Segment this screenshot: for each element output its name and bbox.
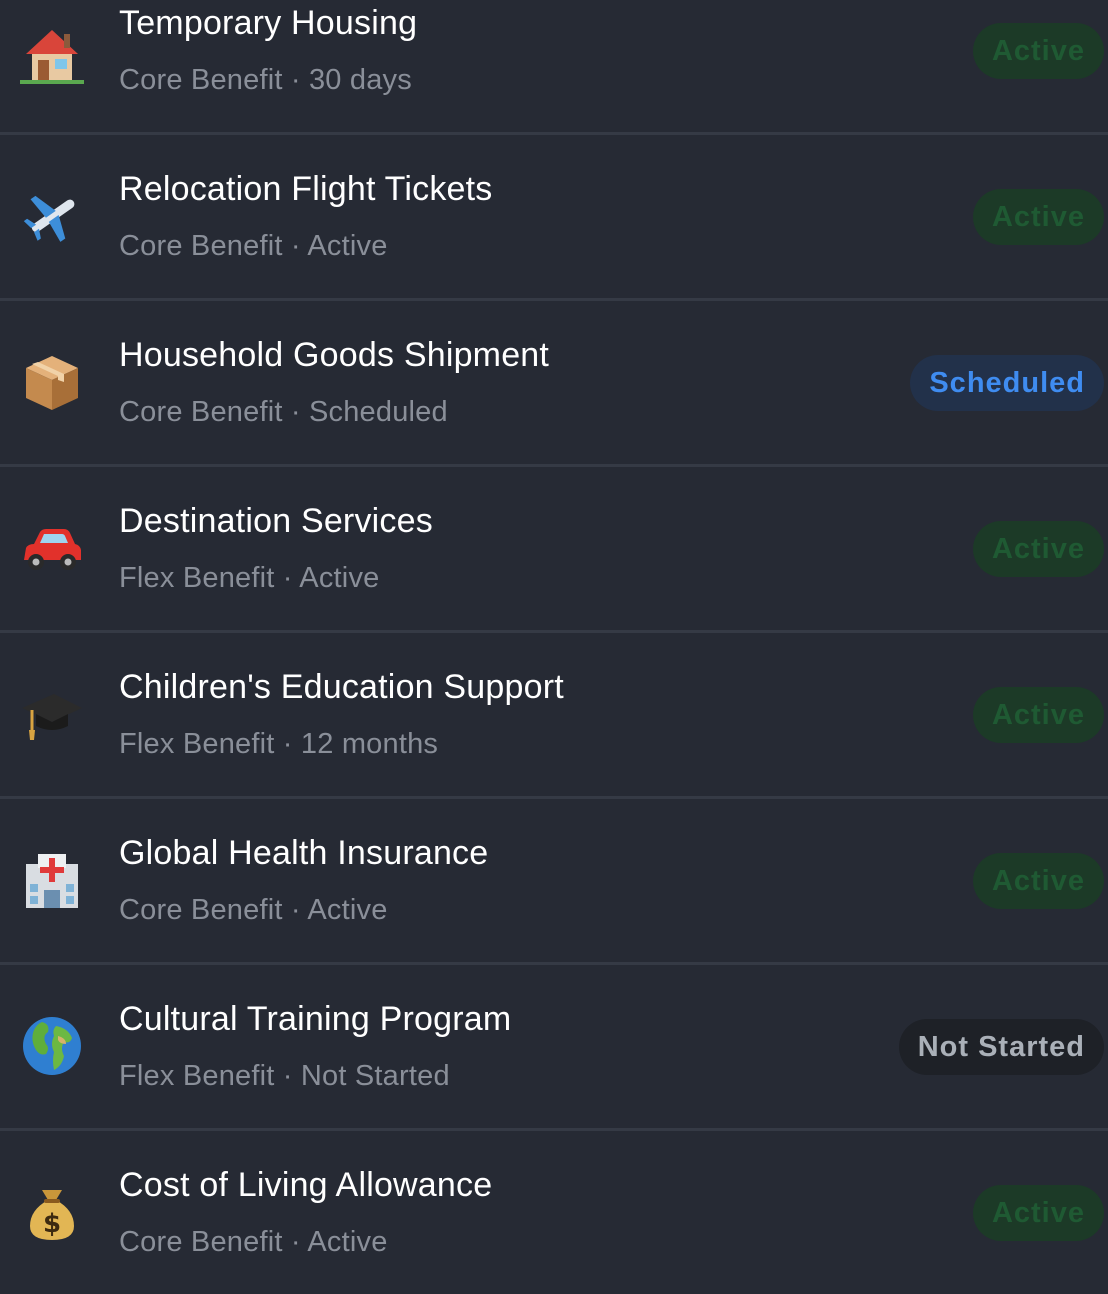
- car-icon: [18, 514, 86, 582]
- benefit-row-childrens-education-support[interactable]: Children's Education Support Flex Benefi…: [0, 633, 1108, 796]
- benefit-subtitle: Core Benefit · Active: [119, 894, 388, 926]
- status-badge: Active: [972, 687, 1104, 743]
- benefit-row-global-health-insurance[interactable]: Global Health Insurance Core Benefit · A…: [0, 799, 1108, 962]
- benefit-subtitle: Flex Benefit · 12 months: [119, 728, 439, 760]
- airplane-icon: [18, 182, 86, 250]
- benefit-title: Global Health Insurance: [119, 834, 489, 872]
- benefit-subtitle: Core Benefit · Active: [119, 1226, 388, 1258]
- status-badge: Active: [972, 23, 1104, 79]
- benefit-row-temporary-housing[interactable]: Temporary Housing Core Benefit · 30 days…: [0, 0, 1108, 132]
- benefit-title: Relocation Flight Tickets: [119, 170, 493, 208]
- status-badge: Active: [972, 189, 1104, 245]
- benefit-subtitle: Flex Benefit · Active: [119, 562, 380, 594]
- benefit-title: Destination Services: [119, 502, 433, 540]
- benefit-title: Cultural Training Program: [119, 1000, 512, 1038]
- status-badge: Active: [972, 1185, 1104, 1241]
- status-badge: Scheduled: [910, 355, 1104, 411]
- benefit-row-cultural-training-program[interactable]: Cultural Training Program Flex Benefit ·…: [0, 965, 1108, 1128]
- benefit-title: Household Goods Shipment: [119, 336, 550, 374]
- benefit-title: Cost of Living Allowance: [119, 1166, 493, 1204]
- status-badge: Active: [972, 853, 1104, 909]
- status-badge: Not Started: [898, 1019, 1104, 1075]
- graduation-cap-icon: [18, 680, 86, 748]
- house-icon: [18, 20, 86, 88]
- benefit-row-cost-of-living-allowance[interactable]: $ Cost of Living Allowance Core Benefit …: [0, 1131, 1108, 1294]
- benefit-subtitle: Flex Benefit · Not Started: [119, 1060, 450, 1092]
- status-badge: Active: [972, 521, 1104, 577]
- hospital-icon: [18, 846, 86, 914]
- globe-icon: [18, 1012, 86, 1080]
- svg-text:$: $: [43, 1209, 61, 1239]
- benefit-title: Temporary Housing: [119, 4, 418, 42]
- benefits-list: Temporary Housing Core Benefit · 30 days…: [0, 0, 1108, 1274]
- benefit-title: Children's Education Support: [119, 668, 564, 706]
- benefit-row-destination-services[interactable]: Destination Services Flex Benefit · Acti…: [0, 467, 1108, 630]
- benefit-subtitle: Core Benefit · Active: [119, 230, 388, 262]
- benefit-subtitle: Core Benefit · Scheduled: [119, 396, 448, 428]
- package-icon: [18, 348, 86, 416]
- benefit-subtitle: Core Benefit · 30 days: [119, 64, 412, 96]
- money-bag-icon: $: [18, 1178, 86, 1246]
- benefit-row-relocation-flight-tickets[interactable]: Relocation Flight Tickets Core Benefit ·…: [0, 135, 1108, 298]
- benefit-row-household-goods-shipment[interactable]: Household Goods Shipment Core Benefit · …: [0, 301, 1108, 464]
